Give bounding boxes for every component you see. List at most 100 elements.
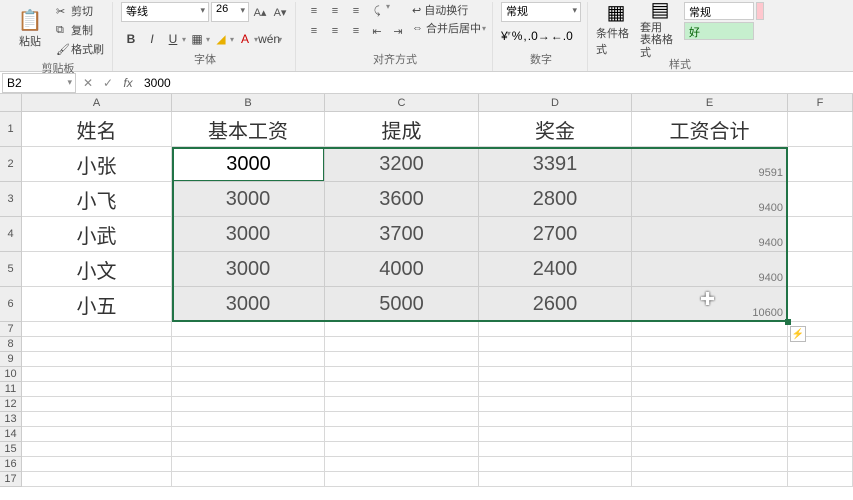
cell[interactable]: 小张 [22,147,172,182]
cell[interactable]: 奖金 [479,112,632,147]
cell[interactable] [22,412,172,427]
cell[interactable]: 小文 [22,252,172,287]
cell[interactable] [788,412,853,427]
cell[interactable] [325,382,479,397]
cell[interactable] [22,442,172,457]
row-header[interactable]: 7 [0,322,22,337]
cell[interactable]: 2700 [479,217,632,252]
table-format-button[interactable]: ▤ 套用 表格格式 [640,2,680,54]
cell[interactable] [22,337,172,352]
cell[interactable] [788,352,853,367]
cell[interactable]: 9400 [632,217,788,252]
cell[interactable] [788,427,853,442]
cell[interactable] [632,322,788,337]
cell[interactable] [788,397,853,412]
cell[interactable]: 3600 [325,182,479,217]
cell[interactable]: 5000 [325,287,479,322]
cell[interactable] [788,442,853,457]
dec-decimal-button[interactable]: ←.0 [551,29,573,43]
cell[interactable] [479,322,632,337]
cell[interactable]: 3200 [325,147,479,182]
bold-button[interactable]: B [121,29,141,49]
style-good[interactable]: 好 [684,22,754,40]
cell[interactable] [325,412,479,427]
cell[interactable] [788,182,853,217]
cell[interactable] [172,427,325,442]
cell[interactable] [172,412,325,427]
cell[interactable] [788,147,853,182]
cell[interactable]: 3700 [325,217,479,252]
cell[interactable] [172,472,325,487]
cell[interactable]: 小飞 [22,182,172,217]
cell[interactable] [788,112,853,147]
cell[interactable] [479,457,632,472]
cell[interactable]: 3000 [172,182,325,217]
cell[interactable]: 小五 [22,287,172,322]
cell[interactable] [788,382,853,397]
cell[interactable] [479,412,632,427]
cell[interactable]: 2800 [479,182,632,217]
cell[interactable] [788,287,853,322]
phonetic-button[interactable]: wén [259,29,279,49]
row-header[interactable]: 2 [0,147,22,182]
align-right-button[interactable]: ≡ [346,22,366,40]
cell[interactable] [172,322,325,337]
col-header-F[interactable]: F [788,94,853,112]
cell[interactable] [479,337,632,352]
font-size-select[interactable]: 26 [211,2,249,22]
comma-button[interactable]: , [523,29,526,43]
number-format-select[interactable]: 常规 [501,2,581,22]
cell[interactable]: 9400 [632,182,788,217]
cell[interactable]: 3000 [172,252,325,287]
cell[interactable] [325,427,479,442]
autofill-options-button[interactable]: ⚡ [790,326,806,342]
cell[interactable]: 9591 [632,147,788,182]
col-header-C[interactable]: C [325,94,479,112]
cell[interactable] [172,457,325,472]
row-header[interactable]: 13 [0,412,22,427]
conditional-format-button[interactable]: ▦ 条件格式 [596,2,636,54]
cell[interactable] [325,337,479,352]
row-header[interactable]: 11 [0,382,22,397]
cell[interactable] [325,472,479,487]
cell[interactable]: 3391 [479,147,632,182]
cell[interactable]: 2600 [479,287,632,322]
style-normal[interactable]: 常规 [684,2,754,20]
paste-button[interactable]: 📋 粘贴 [10,2,50,54]
italic-button[interactable]: I [142,29,162,49]
cell[interactable] [325,367,479,382]
cell[interactable] [22,427,172,442]
align-left-button[interactable]: ≡ [304,22,324,40]
cell[interactable]: 2400 [479,252,632,287]
wrap-text-button[interactable]: ↩自动换行 [412,2,486,18]
row-header[interactable]: 5 [0,252,22,287]
cell[interactable] [632,457,788,472]
cell[interactable] [788,457,853,472]
select-all-corner[interactable] [0,94,22,112]
cell[interactable] [479,442,632,457]
row-header[interactable]: 17 [0,472,22,487]
cell[interactable]: 3000 [172,147,325,182]
cell[interactable] [325,322,479,337]
cell[interactable] [325,397,479,412]
cell[interactable]: 工资合计 [632,112,788,147]
cell[interactable] [788,217,853,252]
fx-button[interactable]: fx [118,76,138,90]
cell[interactable] [22,367,172,382]
row-header[interactable]: 8 [0,337,22,352]
cell[interactable] [22,472,172,487]
spreadsheet-grid[interactable]: A B C D E F 1 2 3 4 5 6 7 8 9 10 11 12 1… [0,94,853,500]
cell[interactable] [479,352,632,367]
grow-font-button[interactable]: A▴ [251,3,269,21]
enter-button[interactable]: ✓ [98,76,118,90]
cell[interactable] [22,322,172,337]
cell[interactable] [632,382,788,397]
cell[interactable]: 提成 [325,112,479,147]
row-header[interactable]: 16 [0,457,22,472]
format-painter-button[interactable]: 🖌格式刷 [54,40,106,58]
underline-button[interactable]: U [163,29,183,49]
align-middle-button[interactable]: ≡ [325,2,345,20]
name-box[interactable]: B2 [2,73,76,93]
cell[interactable]: 4000 [325,252,479,287]
cell[interactable] [172,367,325,382]
